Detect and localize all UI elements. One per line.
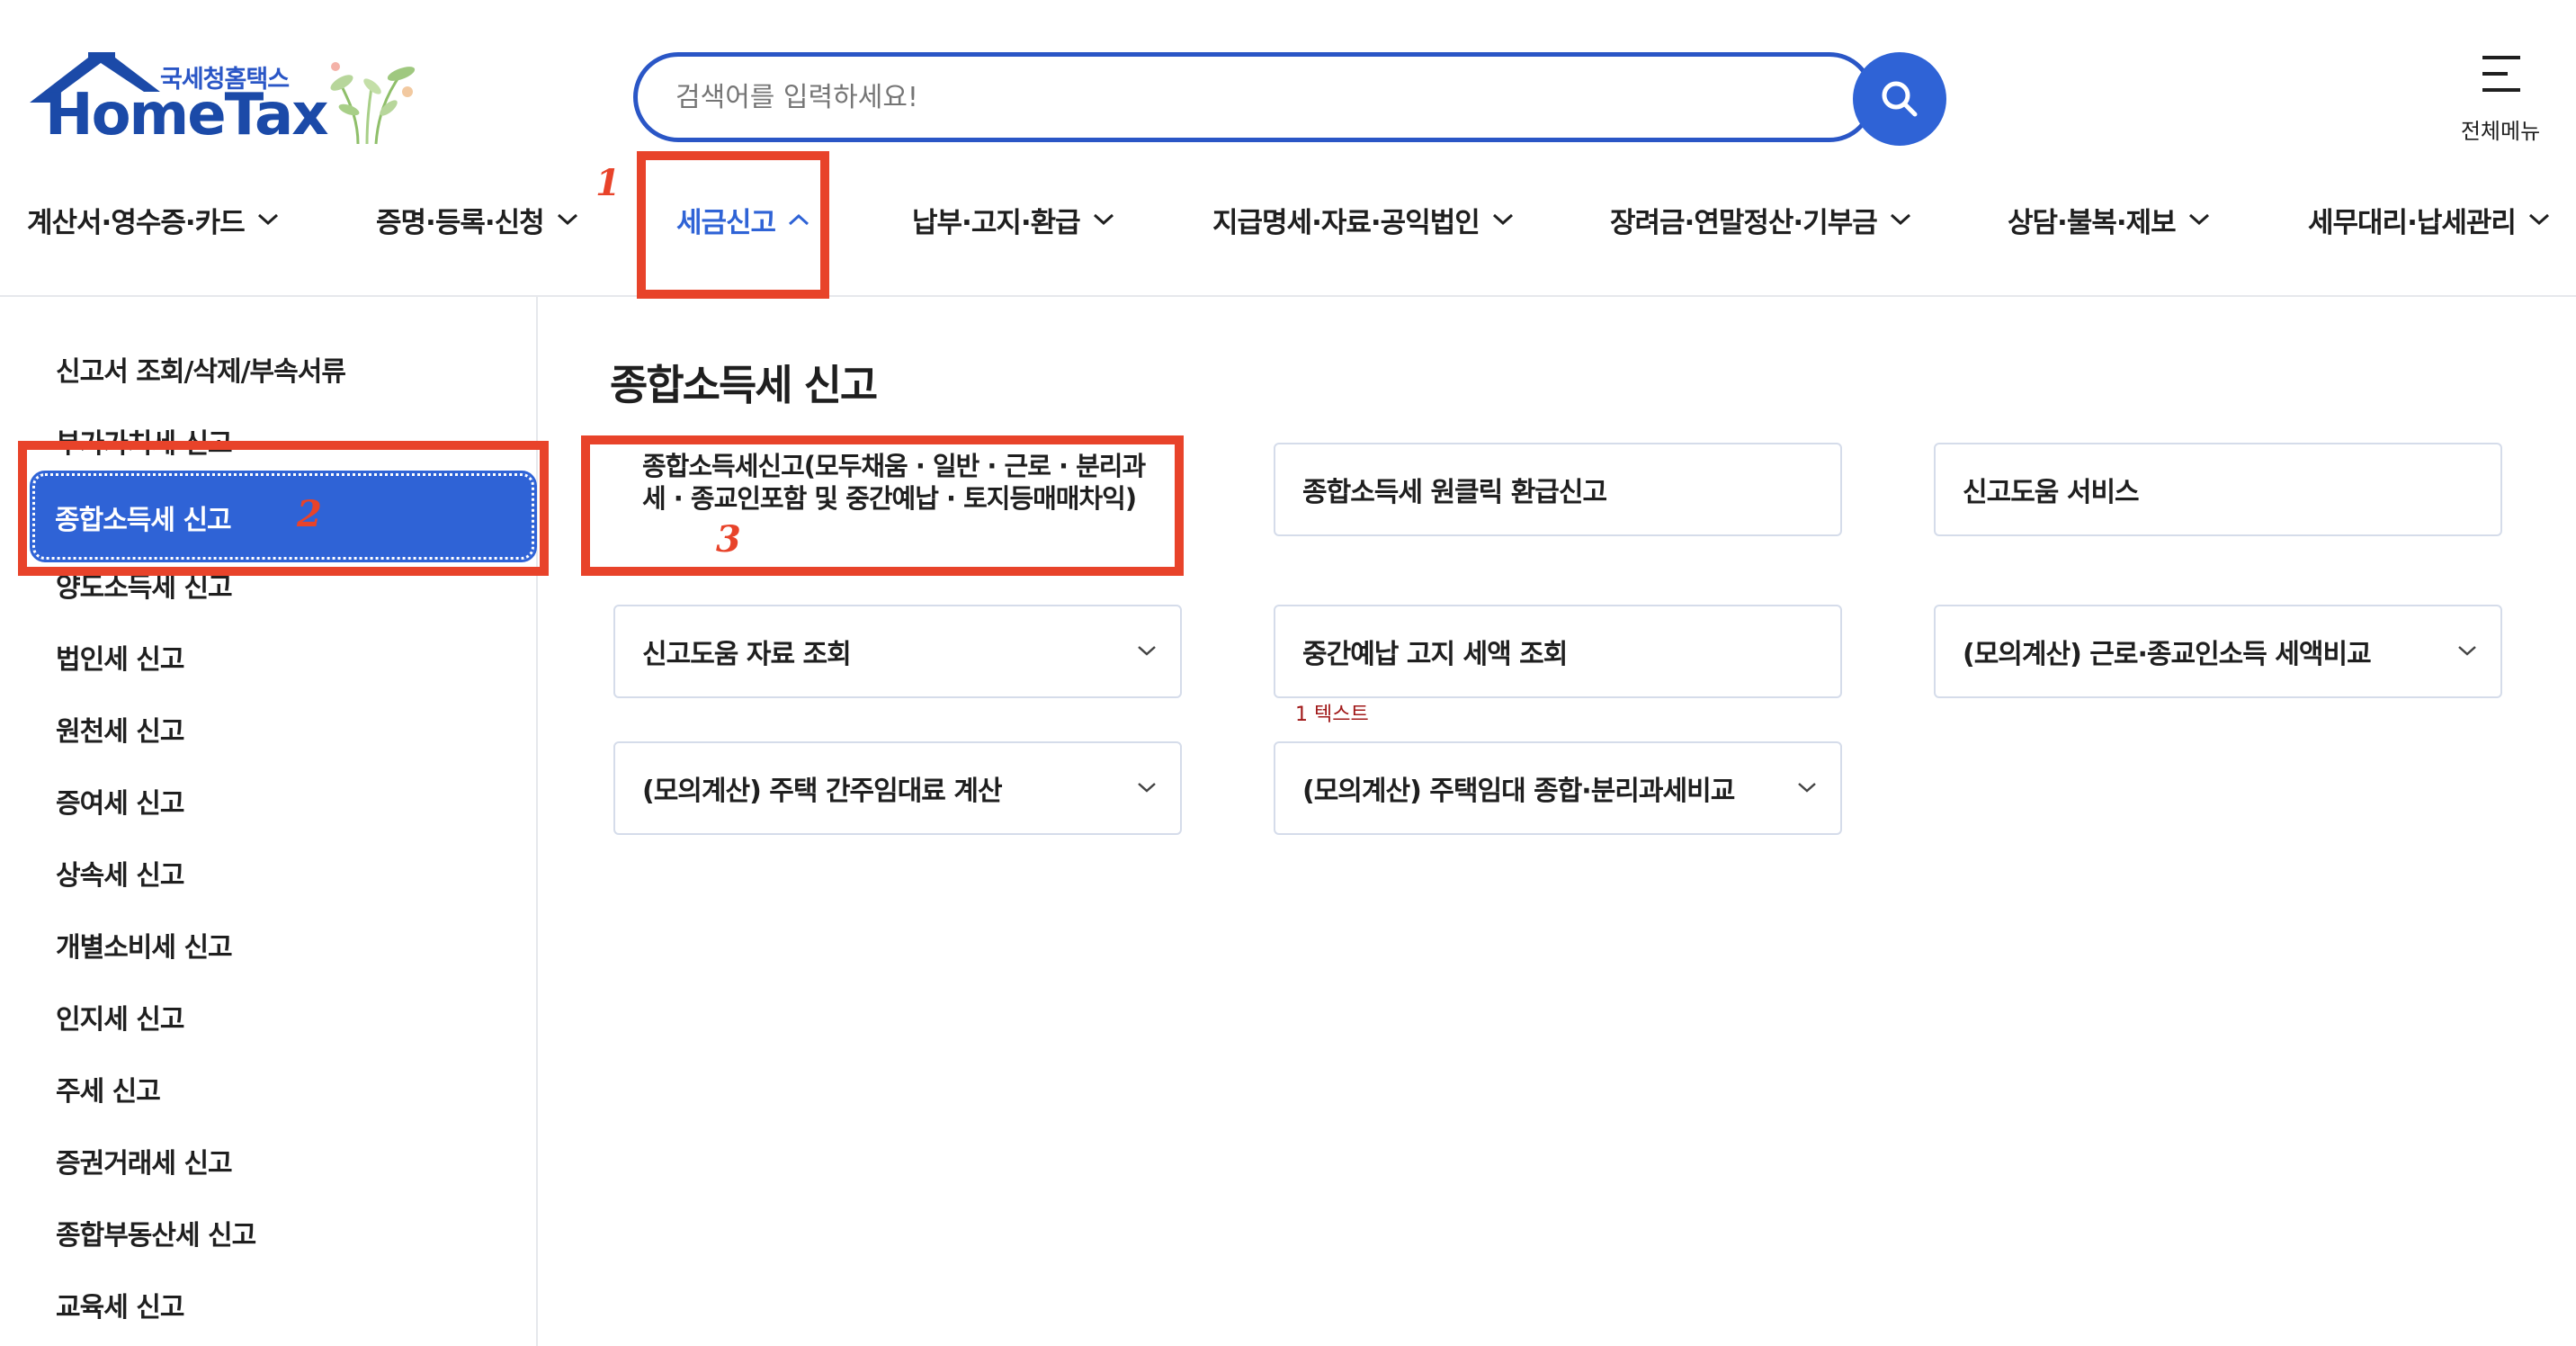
chevron-down-icon (1798, 783, 1816, 793)
chevron-down-icon (1890, 213, 1910, 226)
chevron-down-icon (2188, 213, 2209, 226)
gnb-item-payment-statement[interactable]: 지급명세·자료·공익법인 (1212, 176, 1514, 263)
gnb-item-label: 계산서·영수증·카드 (27, 206, 246, 239)
card-mock-religious-income[interactable]: (모의계산) 근로·종교인소득 세액비교 (1934, 605, 2502, 698)
gnb-item-label: 세무대리·납세관리 (2308, 206, 2517, 239)
search-input[interactable] (633, 52, 1874, 142)
sidebar-item-inheritance-tax[interactable]: 상속세 신고 (56, 853, 184, 893)
all-menu-button[interactable]: 전체메뉴 (2446, 52, 2554, 144)
search-bar (633, 52, 1946, 146)
gnb-item-label: 상담·불복·제보 (2008, 206, 2177, 239)
sidebar-item-consumption-tax[interactable]: 개별소비세 신고 (56, 925, 233, 965)
sidebar-item-gift-tax[interactable]: 증여세 신고 (56, 781, 184, 821)
logo-english-text: HomeTax (45, 82, 328, 148)
sidebar-item-real-estate-tax[interactable]: 종합부동산세 신고 (56, 1213, 256, 1252)
annotation-number-2: 2 (297, 493, 322, 535)
sidebar-item-education-tax[interactable]: 교육세 신고 (56, 1285, 184, 1324)
sidebar-item-transfer-income[interactable]: 양도소득세 신고 (56, 565, 233, 605)
page-title: 종합소득세 신고 (610, 361, 878, 409)
annotation-number-3: 3 (716, 518, 741, 561)
chevron-down-icon (1093, 213, 1114, 226)
gnb-item-invoice-receipt-card[interactable]: 계산서·영수증·카드 (27, 176, 279, 263)
gnb-item-payment-refund[interactable]: 납부·고지·환급 (912, 176, 1114, 263)
all-menu-label: 전체메뉴 (2460, 119, 2541, 144)
hamburger-menu-icon (2482, 56, 2520, 92)
chevron-down-icon (1138, 783, 1156, 793)
card-label: 신고도움 자료 조회 (642, 639, 852, 670)
gnb-item-tax-agent[interactable]: 세무대리·납세관리 (2308, 176, 2550, 263)
gnb-item-incentive-year-end[interactable]: 장려금·연말정산·기부금 (1610, 176, 1911, 263)
gnb-item-label: 증명·등록·신청 (376, 206, 545, 239)
card-one-click-refund[interactable]: 종합소득세 원클릭 환급신고 (1274, 443, 1842, 536)
card-filing-help-service[interactable]: 신고도움 서비스 (1934, 443, 2502, 536)
sidebar-item-stamp-tax[interactable]: 인지세 신고 (56, 997, 184, 1036)
chevron-up-icon (789, 213, 809, 226)
gnb-item-tax-return[interactable]: 세금신고 (676, 176, 809, 263)
card-label: 종합소득세 원클릭 환급신고 (1302, 477, 1607, 508)
gnb-item-label: 납부·고지·환급 (912, 206, 1081, 239)
handwritten-note: 1 텍스트 (1295, 704, 1369, 726)
card-label: 종합소득세신고(모두채움 · 일반 · 근로 · 분리과세 · 종교인포함 및 … (642, 451, 1146, 515)
chevron-down-icon (1138, 646, 1156, 656)
search-button[interactable] (1853, 52, 1946, 146)
hometax-logo[interactable]: 국세청홈택스 HomeTax (25, 52, 421, 151)
card-label: 중간예납 고지 세액 조회 (1302, 639, 1568, 670)
sidebar-item-income-tax[interactable]: 종합소득세 신고 (30, 471, 537, 562)
main-content: 종합소득세 신고 종합소득세신고(모두채움 · 일반 · 근로 · 분리과세 ·… (540, 297, 2576, 1346)
search-icon (1882, 81, 1918, 117)
card-label: (모의계산) 주택임대 종합·분리과세비교 (1302, 776, 1735, 807)
plant-decoration-icon (330, 62, 416, 145)
sidebar-item-securities-tax[interactable]: 증권거래세 신고 (56, 1141, 233, 1180)
card-label: (모의계산) 근로·종교인소득 세액비교 (1963, 639, 2372, 670)
chevron-down-icon (257, 213, 278, 226)
chevron-down-icon (2528, 213, 2549, 226)
sidebar-item-vat[interactable]: 부가가치세 신고 (56, 421, 233, 461)
card-interim-prepayment[interactable]: 중간예납 고지 세액 조회 (1274, 605, 1842, 698)
global-navigation: 계산서·영수증·카드 증명·등록·신청 세금신고 납부·고지·환급 지급명세·자… (0, 176, 2576, 263)
annotation-number-1: 1 (595, 162, 621, 204)
gnb-item-consultation-appeal[interactable]: 상담·불복·제보 (2008, 176, 2210, 263)
sidebar: 신고서 조회/삭제/부속서류 부가가치세 신고 종합소득세 신고 양도소득세 신… (0, 297, 538, 1346)
chevron-down-icon (1492, 213, 1513, 226)
gnb-item-label: 세금신고 (676, 206, 776, 239)
card-label: (모의계산) 주택 간주임대료 계산 (642, 776, 1003, 807)
chevron-down-icon (2458, 646, 2476, 656)
sidebar-item-return-lookup[interactable]: 신고서 조회/삭제/부속서류 (56, 349, 346, 389)
gnb-item-label: 지급명세·자료·공익법인 (1212, 206, 1480, 239)
sidebar-item-liquor-tax[interactable]: 주세 신고 (56, 1069, 161, 1108)
card-filing-help-data[interactable]: 신고도움 자료 조회 (613, 605, 1182, 698)
sidebar-item-label: 종합소득세 신고 (55, 505, 232, 536)
card-income-tax-return[interactable]: 종합소득세신고(모두채움 · 일반 · 근로 · 분리과세 · 종교인포함 및 … (613, 443, 1182, 551)
card-mock-rental-comparison[interactable]: (모의계산) 주택임대 종합·분리과세비교 (1274, 741, 1842, 835)
sidebar-item-corporate-tax[interactable]: 법인세 신고 (56, 637, 184, 677)
chevron-down-icon (557, 213, 577, 226)
header: 국세청홈택스 HomeTax 전체메뉴 (0, 0, 2576, 297)
card-mock-deemed-rent[interactable]: (모의계산) 주택 간주임대료 계산 (613, 741, 1182, 835)
gnb-item-label: 장려금·연말정산·기부금 (1610, 206, 1878, 239)
sidebar-item-withholding-tax[interactable]: 원천세 신고 (56, 709, 184, 749)
gnb-item-certificate-registration[interactable]: 증명·등록·신청 (376, 176, 578, 263)
card-label: 신고도움 서비스 (1963, 477, 2140, 508)
